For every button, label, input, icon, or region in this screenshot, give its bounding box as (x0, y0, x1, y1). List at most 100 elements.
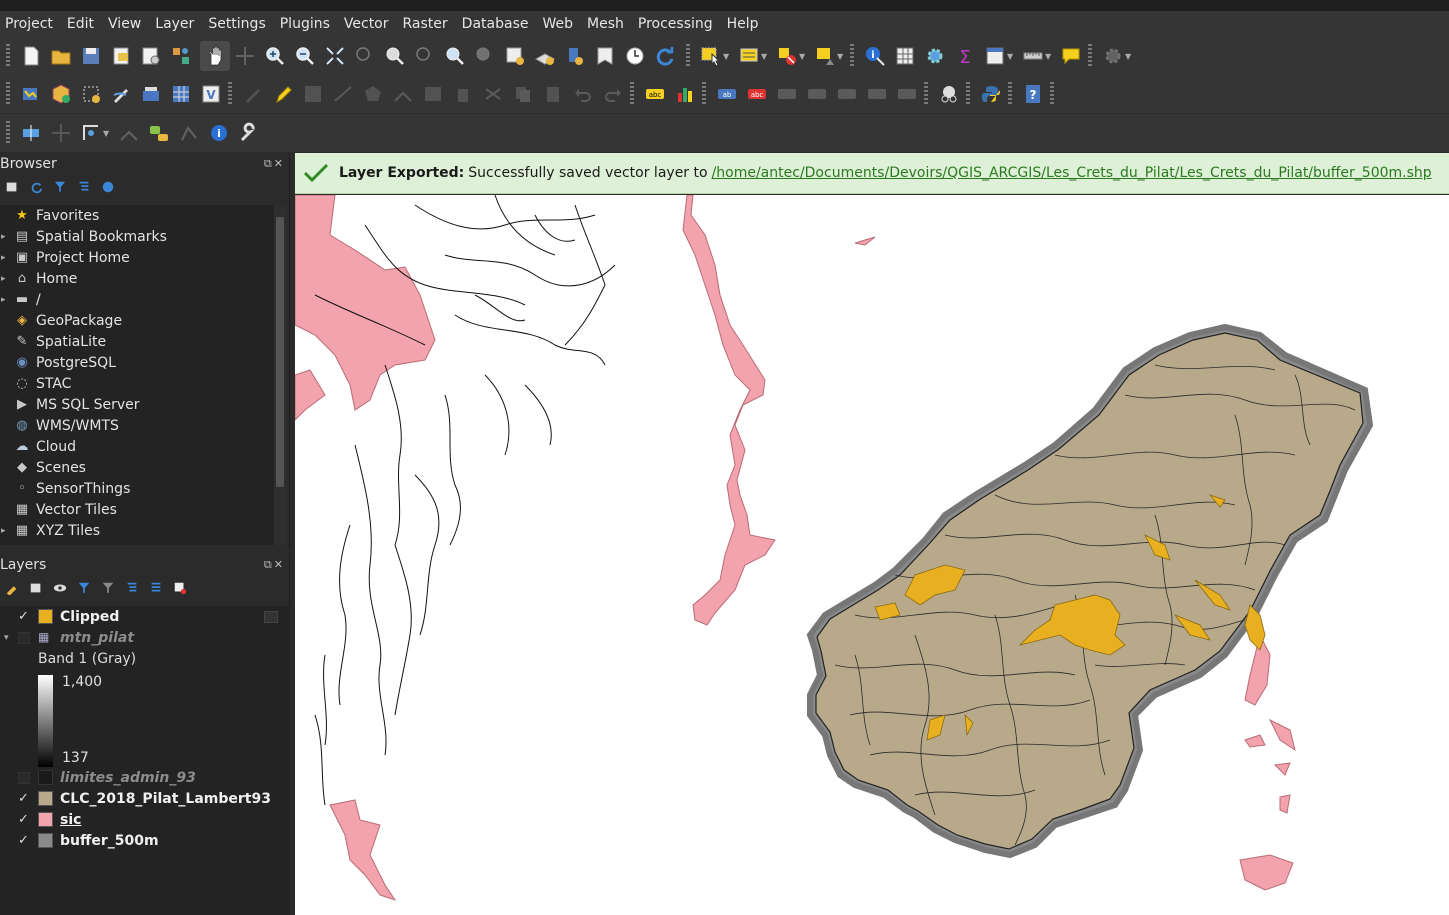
paste-features-icon[interactable] (538, 79, 568, 109)
digitize-icon[interactable] (106, 79, 136, 109)
layer-visibility-checkbox[interactable] (18, 631, 30, 644)
browser-item[interactable]: ▶ MS SQL Server (0, 394, 274, 415)
menu-help[interactable]: Help (720, 16, 766, 32)
temporal-controller-icon[interactable] (620, 41, 650, 71)
expand-arrow-icon[interactable]: ▸ (1, 526, 6, 536)
toolbar-grip[interactable] (924, 82, 928, 106)
properties-info-icon[interactable] (99, 178, 117, 196)
toolbar-grip[interactable] (850, 44, 854, 68)
change-label-icon[interactable] (862, 79, 892, 109)
manage-visibility-icon[interactable] (51, 579, 69, 597)
browser-item[interactable]: ★ Favorites (0, 205, 274, 226)
menu-mesh[interactable]: Mesh (580, 16, 631, 32)
menu-edit[interactable]: Edit (60, 16, 101, 32)
zoom-to-selection-icon[interactable] (350, 41, 380, 71)
layer-row-buffer-500m[interactable]: ✓ buffer_500m (0, 830, 290, 851)
collapse-all-icon[interactable] (147, 579, 165, 597)
sic-polygon[interactable] (295, 369, 326, 421)
browser-item[interactable]: ▸ ▬ / (0, 289, 274, 310)
identify-features-icon[interactable]: i (860, 41, 890, 71)
layer-visibility-checkbox[interactable]: ✓ (18, 812, 32, 827)
layout-manager-icon[interactable] (136, 41, 166, 71)
panel-float-close-icon[interactable]: ⧉✕ (264, 558, 285, 572)
sic-polygon[interactable] (1279, 794, 1291, 814)
toolbar-grip[interactable] (6, 44, 10, 68)
vertex-tool-icon[interactable] (388, 79, 418, 109)
expand-arrow-icon[interactable]: ▸ (1, 232, 6, 242)
show-hide-labels-icon[interactable] (772, 79, 802, 109)
browser-item[interactable]: ▸ ▣ Project Home (0, 247, 274, 268)
browser-item[interactable]: ◦ SensorThings (0, 478, 274, 499)
menu-view[interactable]: View (101, 16, 148, 32)
layer-row-clipped[interactable]: ✓ Clipped (0, 606, 290, 627)
rotate-label-icon[interactable] (832, 79, 862, 109)
diagram-options-icon[interactable] (670, 79, 700, 109)
layer-visibility-checkbox[interactable] (18, 771, 30, 784)
filter-by-expression-icon[interactable] (99, 579, 117, 597)
sic-polygon[interactable] (1244, 734, 1266, 748)
toolbar-grip[interactable] (1088, 44, 1092, 68)
browser-item[interactable]: ◆ Scenes (0, 457, 274, 478)
collapse-all-icon[interactable] (75, 178, 93, 196)
select-location-icon[interactable] (810, 41, 840, 71)
wrench-icon[interactable] (234, 118, 264, 148)
current-edits-icon[interactable] (238, 79, 268, 109)
modify-attributes-icon[interactable] (418, 79, 448, 109)
layer-row-sic[interactable]: ✓ sic (0, 809, 290, 830)
browser-item[interactable]: ▸ ▤ Spatial Bookmarks (0, 226, 274, 247)
layer-symbol-swatch[interactable] (38, 833, 53, 848)
help-contents-icon[interactable]: ? (1018, 79, 1048, 109)
zoom-to-layer-icon[interactable] (380, 41, 410, 71)
sic-polygon[interactable] (1273, 762, 1291, 776)
refresh-icon[interactable] (27, 178, 45, 196)
menu-layer[interactable]: Layer (148, 16, 201, 32)
menu-web[interactable]: Web (535, 16, 580, 32)
highlight-pinned-labels-icon[interactable]: ab (712, 79, 742, 109)
open-project-icon[interactable] (46, 41, 76, 71)
label-tool-icon[interactable]: abc (640, 79, 670, 109)
sic-polygon[interactable] (1268, 718, 1296, 752)
browser-item[interactable]: ▸ ▦ XYZ Tiles (0, 520, 274, 541)
toolbar-grip[interactable] (630, 82, 634, 106)
new-geopackage-icon[interactable] (46, 79, 76, 109)
layer-symbol-swatch[interactable] (38, 791, 53, 806)
deselect-all-icon[interactable] (772, 41, 802, 71)
statistics-icon[interactable]: Σ (950, 41, 980, 71)
menu-settings[interactable]: Settings (201, 16, 272, 32)
zoom-next-icon[interactable] (470, 41, 500, 71)
layer-symbol-swatch[interactable] (38, 770, 53, 785)
add-group-icon[interactable] (27, 579, 45, 597)
zoom-native-icon[interactable] (410, 41, 440, 71)
toolbar-grip[interactable] (228, 82, 232, 106)
layer-visibility-checkbox[interactable]: ✓ (18, 791, 32, 806)
menu-project[interactable]: Project (0, 16, 60, 32)
undo-icon[interactable] (568, 79, 598, 109)
locator-icon[interactable] (16, 118, 46, 148)
filter-icon[interactable] (51, 178, 69, 196)
layer-symbol-swatch[interactable] (38, 812, 53, 827)
open-layer-styling-icon[interactable] (3, 579, 21, 597)
new-3d-map-view-icon[interactable] (530, 41, 560, 71)
menu-raster[interactable]: Raster (396, 16, 455, 32)
measure-line-icon[interactable] (1018, 41, 1048, 71)
new-print-layout-icon[interactable] (106, 41, 136, 71)
remove-layer-icon[interactable] (171, 579, 189, 597)
layer-symbol-swatch[interactable] (38, 609, 53, 624)
settings-gear-icon[interactable] (1098, 41, 1128, 71)
browser-item[interactable]: ◌ STAC (0, 373, 274, 394)
crosshair-icon[interactable] (46, 118, 76, 148)
toolbar-grip[interactable] (6, 121, 10, 145)
add-virtual-layer-icon[interactable]: V (196, 79, 226, 109)
open-attribute-table-icon[interactable] (890, 41, 920, 71)
style-manager-icon[interactable] (166, 41, 196, 71)
menu-vector[interactable]: Vector (337, 16, 396, 32)
sic-polygon[interactable] (1239, 854, 1294, 891)
select-features-icon[interactable] (696, 41, 726, 71)
sic-polygon[interactable] (854, 236, 876, 246)
label-properties-icon[interactable] (892, 79, 922, 109)
filter-legend-icon[interactable] (75, 579, 93, 597)
layer-visibility-checkbox[interactable]: ✓ (18, 609, 32, 624)
browser-scrollbar[interactable] (274, 205, 286, 545)
layer-row-limites-admin-93[interactable]: limites_admin_93 (0, 767, 290, 788)
delete-selected-icon[interactable] (448, 79, 478, 109)
